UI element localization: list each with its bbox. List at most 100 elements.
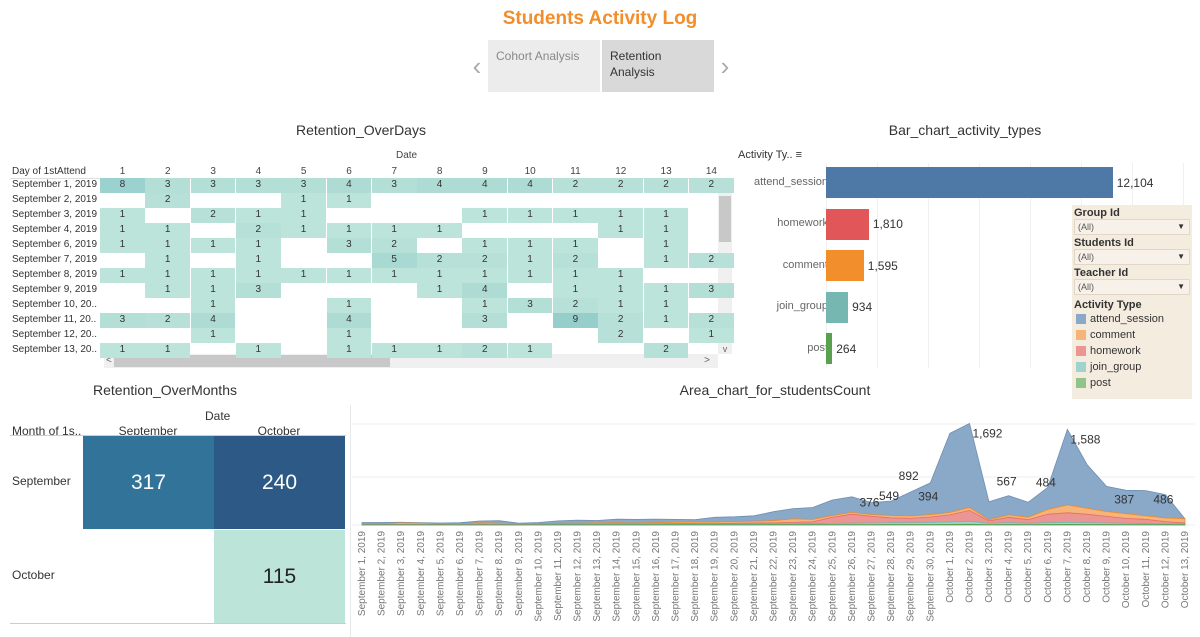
heatmap-cell[interactable]: 1 [190,238,236,253]
heatmap-cell[interactable]: 2 [462,253,508,268]
heatmap-cell[interactable]: 1 [643,238,689,253]
heatmap-cell[interactable]: 1 [235,343,281,358]
heatmap-cell[interactable]: 2 [553,253,598,268]
heatmap-cell[interactable]: 1 [190,328,236,343]
heatmap-cell[interactable]: 1 [598,268,644,283]
heatmap-cell[interactable]: 3 [145,178,191,193]
bar-post[interactable] [826,333,833,364]
heatmap-cell[interactable]: 1 [688,328,734,343]
heatmap-cell[interactable]: 2 [598,328,644,343]
sort-descending-icon[interactable]: ≡ [796,149,802,161]
heatmap-cell[interactable]: 2 [688,253,734,268]
heatmap-cell[interactable]: 1 [100,238,145,253]
legend-item-homework[interactable]: homework [1074,343,1190,359]
heatmap-cell[interactable]: 1 [326,343,372,358]
heatmap-cell[interactable]: 2 [598,313,644,328]
tab-cohort-analysis[interactable]: Cohort Analysis [488,40,600,92]
heatmap-cell[interactable]: 3 [190,178,236,193]
heatmap-cell[interactable]: 1 [462,268,508,283]
heatmap-cell[interactable]: 8 [100,178,145,193]
heatmap-cell[interactable]: 2 [643,343,689,358]
heatmap-cell[interactable]: 1 [235,268,281,283]
chevron-down-icon[interactable]: ▼ [1177,250,1185,264]
heatmap-cell[interactable]: 1 [643,298,689,313]
heatmap-cell[interactable]: 1 [598,283,644,298]
heatmap-cell[interactable]: 1 [190,283,236,298]
legend-item-comment[interactable]: comment [1074,327,1190,343]
scroll-down-icon[interactable]: v [718,344,732,354]
legend-item-post[interactable]: post [1074,375,1190,391]
heatmap-cell[interactable]: 2 [145,193,191,208]
heatmap-cell[interactable]: 1 [235,253,281,268]
heatmap-cell[interactable]: 4 [326,178,372,193]
heatmap-cell[interactable]: 1 [462,208,508,223]
heatmap-cell[interactable]: 2 [235,223,281,238]
heatmap-cell[interactable]: 1 [326,193,372,208]
heatmap-cell[interactable]: 2 [688,313,734,328]
heatmap-cell[interactable]: 1 [371,268,417,283]
heatmap-cell[interactable]: 1 [417,283,462,298]
scrollbar-thumb[interactable] [719,196,731,242]
heatmap-cell[interactable]: 1 [553,283,598,298]
heatmap-cell[interactable]: 1 [326,268,372,283]
heatmap-cell[interactable]: 1 [371,343,417,358]
heatmap-cell[interactable]: 3 [371,178,417,193]
heatmap-cell[interactable]: 4 [507,178,553,193]
bar-axis-header[interactable]: Activity Ty.. ≡ [738,149,802,161]
heatmap-cell[interactable]: 4 [462,283,508,298]
heatmap-cell[interactable]: 2 [553,298,598,313]
heatmap-cell[interactable]: 1 [326,328,372,343]
heatmap-cell[interactable]: 1 [507,253,553,268]
heatmap-cell[interactable]: 1 [371,223,417,238]
chevron-down-icon[interactable]: ▼ [1177,280,1185,294]
heatmap-cell[interactable]: 2 [145,313,191,328]
heatmap-cell[interactable]: 1 [507,208,553,223]
heatmap-cell[interactable]: 1 [507,238,553,253]
heatmap-cell[interactable]: 3 [507,298,553,313]
bar-join_group[interactable] [826,291,849,323]
heatmap-cell[interactable]: 1 [462,298,508,313]
heatmap-cell[interactable]: 3 [235,283,281,298]
legend-item-join_group[interactable]: join_group [1074,359,1190,375]
heatmap-cell[interactable]: 1 [643,313,689,328]
heatmap-cell[interactable]: 1 [643,223,689,238]
heatmap-cell[interactable]: 1 [235,238,281,253]
heatmap-cell[interactable]: 4 [326,313,372,328]
heatmap-cell[interactable]: 115 [214,530,345,623]
heatmap-cell[interactable]: 2 [417,253,462,268]
heatmap-cell[interactable]: 1 [553,268,598,283]
teacher-id-select[interactable]: (All) ▼ [1074,279,1190,295]
tab-retention-analysis[interactable]: Retention Analysis [602,40,714,92]
heatmap-cell[interactable]: 1 [190,268,236,283]
bar-homework[interactable] [826,208,869,240]
heatmap-cell[interactable]: 1 [100,208,145,223]
heatmap-cell[interactable]: 1 [598,223,644,238]
bar-attend_session[interactable] [826,167,1113,198]
heatmap-cell[interactable]: 3 [281,178,326,193]
legend-item-attend_session[interactable]: attend_session [1074,311,1190,327]
heatmap-cell[interactable]: 1 [235,208,281,223]
heatmap-cell[interactable]: 2 [643,178,689,193]
heatmap-cell[interactable]: 1 [598,298,644,313]
heatmap-cell[interactable]: 3 [326,238,372,253]
heatmap-cell[interactable]: 1 [507,268,553,283]
heatmap-cell[interactable]: 1 [145,223,191,238]
scroll-right-icon[interactable]: > [704,354,710,368]
heatmap-cell[interactable]: 1 [100,223,145,238]
heatmap-cell[interactable]: 1 [100,343,145,358]
group-id-select[interactable]: (All) ▼ [1074,219,1190,235]
heatmap-cell[interactable]: 3 [235,178,281,193]
heatmap-cell[interactable]: 1 [326,298,372,313]
heatmap-cell[interactable]: 1 [100,268,145,283]
heatmap-cell[interactable]: 4 [190,313,236,328]
heatmap-cell[interactable]: 1 [553,208,598,223]
heatmap-cell[interactable]: 1 [190,298,236,313]
heatmap-cell[interactable]: 1 [281,223,326,238]
heatmap-cell[interactable]: 1 [145,268,191,283]
heatmap-cell[interactable]: 1 [417,343,462,358]
heatmap-cell[interactable]: 2 [462,343,508,358]
heatmap-cell[interactable]: 3 [462,313,508,328]
heatmap-cell[interactable]: 1 [598,208,644,223]
heatmap-cell[interactable]: 4 [417,178,462,193]
students-id-select[interactable]: (All) ▼ [1074,249,1190,265]
